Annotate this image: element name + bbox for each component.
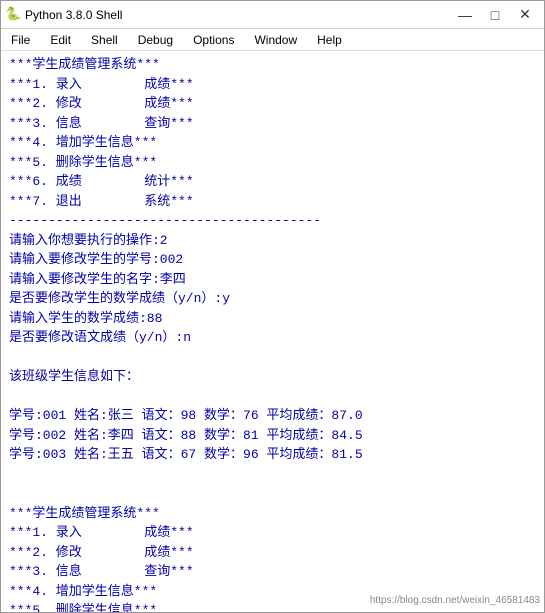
- menu-options[interactable]: Options: [187, 32, 240, 48]
- menu-edit[interactable]: Edit: [44, 32, 77, 48]
- minimize-button[interactable]: —: [450, 5, 480, 25]
- menu-help[interactable]: Help: [311, 32, 348, 48]
- menu-shell[interactable]: Shell: [85, 32, 124, 48]
- title-bar-left: 🐍 Python 3.8.0 Shell: [5, 7, 122, 23]
- menu-debug[interactable]: Debug: [132, 32, 179, 48]
- title-controls: — □ ✕: [450, 5, 540, 25]
- menu-bar: File Edit Shell Debug Options Window Hel…: [1, 29, 544, 51]
- shell-content[interactable]: ***学生成绩管理系统*** ***1. 录入 成绩*** ***2. 修改 成…: [1, 51, 544, 612]
- app-icon: 🐍: [5, 7, 21, 23]
- maximize-button[interactable]: □: [480, 5, 510, 25]
- menu-window[interactable]: Window: [248, 32, 303, 48]
- watermark: https://blog.csdn.net/weixin_46581483: [370, 593, 540, 608]
- main-window: 🐍 Python 3.8.0 Shell — □ ✕ File Edit She…: [0, 0, 545, 613]
- title-bar: 🐍 Python 3.8.0 Shell — □ ✕: [1, 1, 544, 29]
- menu-file[interactable]: File: [5, 32, 36, 48]
- window-title: Python 3.8.0 Shell: [25, 8, 122, 22]
- close-button[interactable]: ✕: [510, 5, 540, 25]
- shell-output: ***学生成绩管理系统*** ***1. 录入 成绩*** ***2. 修改 成…: [9, 55, 536, 612]
